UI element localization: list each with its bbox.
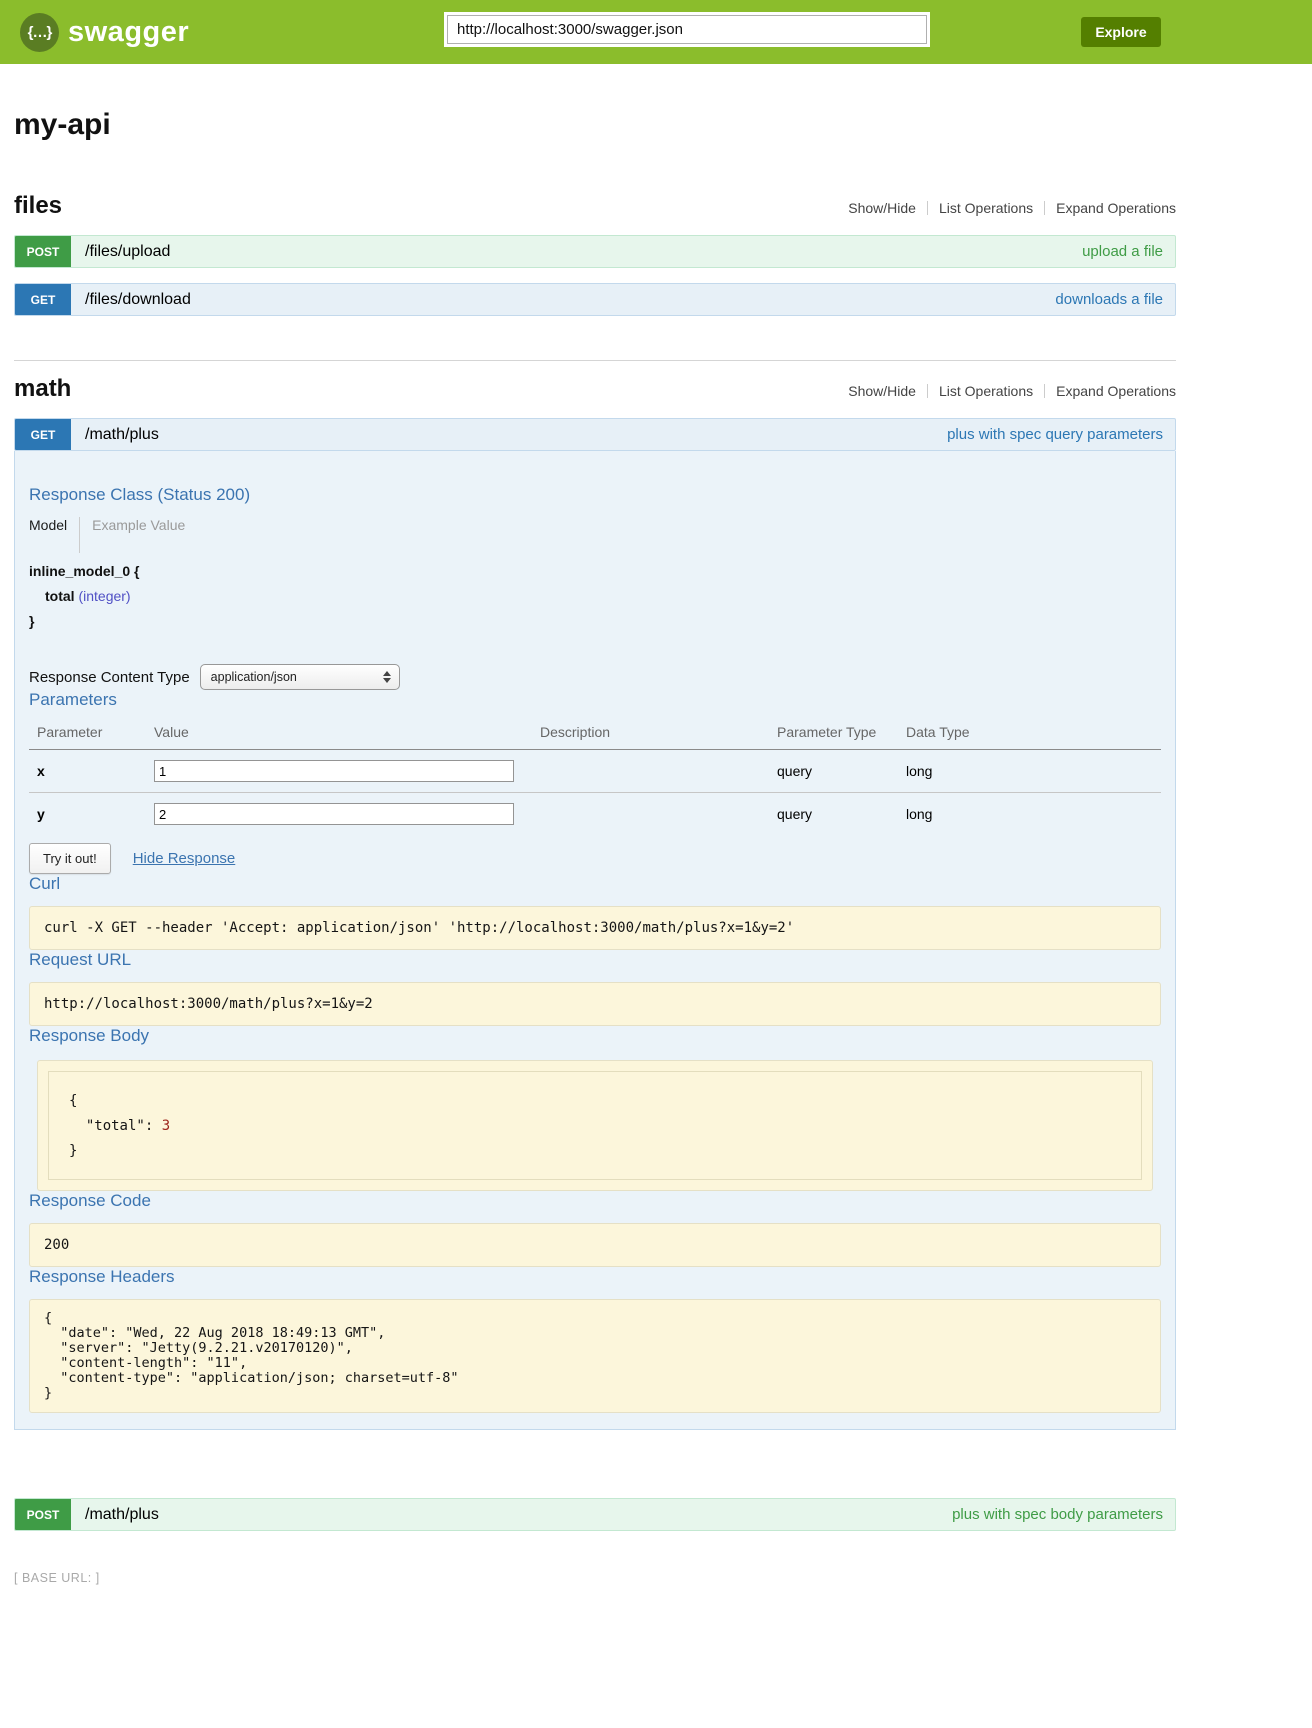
response-body: {"total": 3}	[37, 1060, 1153, 1191]
endpoint-path[interactable]: /files/download	[85, 291, 191, 309]
show-hide-link[interactable]: Show/Hide	[848, 200, 916, 216]
response-body-heading: Response Body	[29, 1026, 1161, 1046]
model-close: }	[29, 609, 1161, 634]
main-content: my-api files Show/Hide List Operations Exp…	[14, 108, 1176, 1585]
expand-operations-link[interactable]: Expand Operations	[1056, 383, 1176, 399]
tab-example-value[interactable]: Example Value	[80, 517, 185, 553]
swagger-logo-icon: {…}	[20, 13, 59, 52]
param-data-type: long	[906, 793, 1161, 836]
method-badge-post: POST	[15, 236, 71, 267]
endpoint-summary[interactable]: plus with spec body parameters	[952, 1506, 1163, 1523]
response-class-tabs: Model Example Value	[29, 517, 1161, 553]
param-value-input-x[interactable]	[154, 760, 514, 782]
request-url-heading: Request URL	[29, 950, 1161, 970]
param-value-input-y[interactable]	[154, 803, 514, 825]
response-content-type-label: Response Content Type	[29, 669, 190, 686]
base-url-label: [ BASE URL: ]	[14, 1571, 1176, 1585]
list-operations-link[interactable]: List Operations	[939, 200, 1033, 216]
param-type: query	[777, 750, 906, 793]
page-title: my-api	[14, 108, 1176, 142]
response-code-value: 200	[29, 1223, 1161, 1267]
expand-operations-link[interactable]: Expand Operations	[1056, 200, 1176, 216]
section-ops-links-files: Show/Hide List Operations Expand Operation…	[848, 200, 1176, 216]
param-description	[540, 750, 777, 793]
tab-model[interactable]: Model	[29, 517, 80, 553]
link-divider	[1044, 384, 1045, 398]
section-title-math: math	[14, 375, 71, 403]
method-badge-post: POST	[15, 1499, 71, 1530]
section-ops-links-math: Show/Hide List Operations Expand Operation…	[848, 383, 1176, 399]
endpoint-summary[interactable]: upload a file	[1082, 243, 1163, 260]
header-bar: {…} swagger Explore	[0, 0, 1312, 64]
section-math: math Show/Hide List Operations Expand Oper…	[14, 375, 1176, 1531]
link-divider	[927, 384, 928, 398]
response-class-heading: Response Class (Status 200)	[29, 485, 1161, 505]
col-header-description: Description	[540, 718, 777, 750]
param-description	[540, 793, 777, 836]
model-property-type: (integer)	[78, 588, 130, 604]
section-files: files Show/Hide List Operations Expand Ope…	[14, 192, 1176, 316]
method-badge-get: GET	[15, 419, 71, 450]
response-code-heading: Response Code	[29, 1191, 1161, 1211]
col-header-value: Value	[154, 718, 540, 750]
col-header-parameter: Parameter	[29, 718, 154, 750]
list-operations-link[interactable]: List Operations	[939, 383, 1033, 399]
param-name: x	[29, 750, 154, 793]
json-key: "total":	[86, 1118, 162, 1134]
try-it-out-button[interactable]: Try it out!	[29, 843, 111, 874]
parameters-heading: Parameters	[29, 690, 1161, 710]
operation-details: Response Class (Status 200) Model Exampl…	[14, 451, 1176, 1430]
section-title-files: files	[14, 192, 62, 220]
explore-button[interactable]: Explore	[1081, 17, 1161, 47]
response-body-json: {"total": 3}	[48, 1071, 1142, 1180]
endpoint-summary[interactable]: downloads a file	[1055, 291, 1163, 308]
endpoint-row-post-files-upload[interactable]: POST /files/upload upload a file	[14, 235, 1176, 268]
selected-content-type: application/json	[211, 670, 297, 684]
curl-heading: Curl	[29, 874, 1161, 894]
response-headers-heading: Response Headers	[29, 1267, 1161, 1287]
endpoint-row-get-files-download[interactable]: GET /files/download downloads a file	[14, 283, 1176, 316]
model-signature: inline_model_0 { total (integer) }	[29, 559, 1161, 634]
col-header-parameter-type: Parameter Type	[777, 718, 906, 750]
model-open: inline_model_0 {	[29, 559, 1161, 584]
curl-command: curl -X GET --header 'Accept: applicatio…	[29, 906, 1161, 950]
response-content-type-select[interactable]: application/json	[200, 664, 400, 690]
param-type: query	[777, 793, 906, 836]
show-hide-link[interactable]: Show/Hide	[848, 383, 916, 399]
brand-name: swagger	[68, 16, 189, 49]
swagger-logo[interactable]: {…} swagger	[20, 13, 189, 52]
endpoint-row-post-math-plus[interactable]: POST /math/plus plus with spec body para…	[14, 1498, 1176, 1531]
endpoint-row-get-math-plus[interactable]: GET /math/plus plus with spec query para…	[14, 418, 1176, 451]
section-divider	[14, 360, 1176, 361]
param-data-type: long	[906, 750, 1161, 793]
col-header-data-type: Data Type	[906, 718, 1161, 750]
response-headers-json: { "date": "Wed, 22 Aug 2018 18:49:13 GMT…	[29, 1299, 1161, 1413]
select-arrows-icon	[369, 671, 391, 683]
param-row-y: y query long	[29, 793, 1161, 836]
link-divider	[927, 201, 928, 215]
json-number-value: 3	[162, 1118, 170, 1134]
param-name: y	[29, 793, 154, 836]
method-badge-get: GET	[15, 284, 71, 315]
endpoint-path[interactable]: /math/plus	[85, 426, 159, 444]
hide-response-link[interactable]: Hide Response	[133, 850, 236, 867]
param-row-x: x query long	[29, 750, 1161, 793]
model-property: total (integer)	[29, 584, 1161, 609]
link-divider	[1044, 201, 1045, 215]
api-url-input[interactable]	[447, 15, 927, 44]
endpoint-path[interactable]: /files/upload	[85, 243, 170, 261]
endpoint-summary[interactable]: plus with spec query parameters	[947, 426, 1163, 443]
request-url-value: http://localhost:3000/math/plus?x=1&y=2	[29, 982, 1161, 1026]
parameters-table: Parameter Value Description Parameter Ty…	[29, 718, 1161, 835]
endpoint-path[interactable]: /math/plus	[85, 1506, 159, 1524]
